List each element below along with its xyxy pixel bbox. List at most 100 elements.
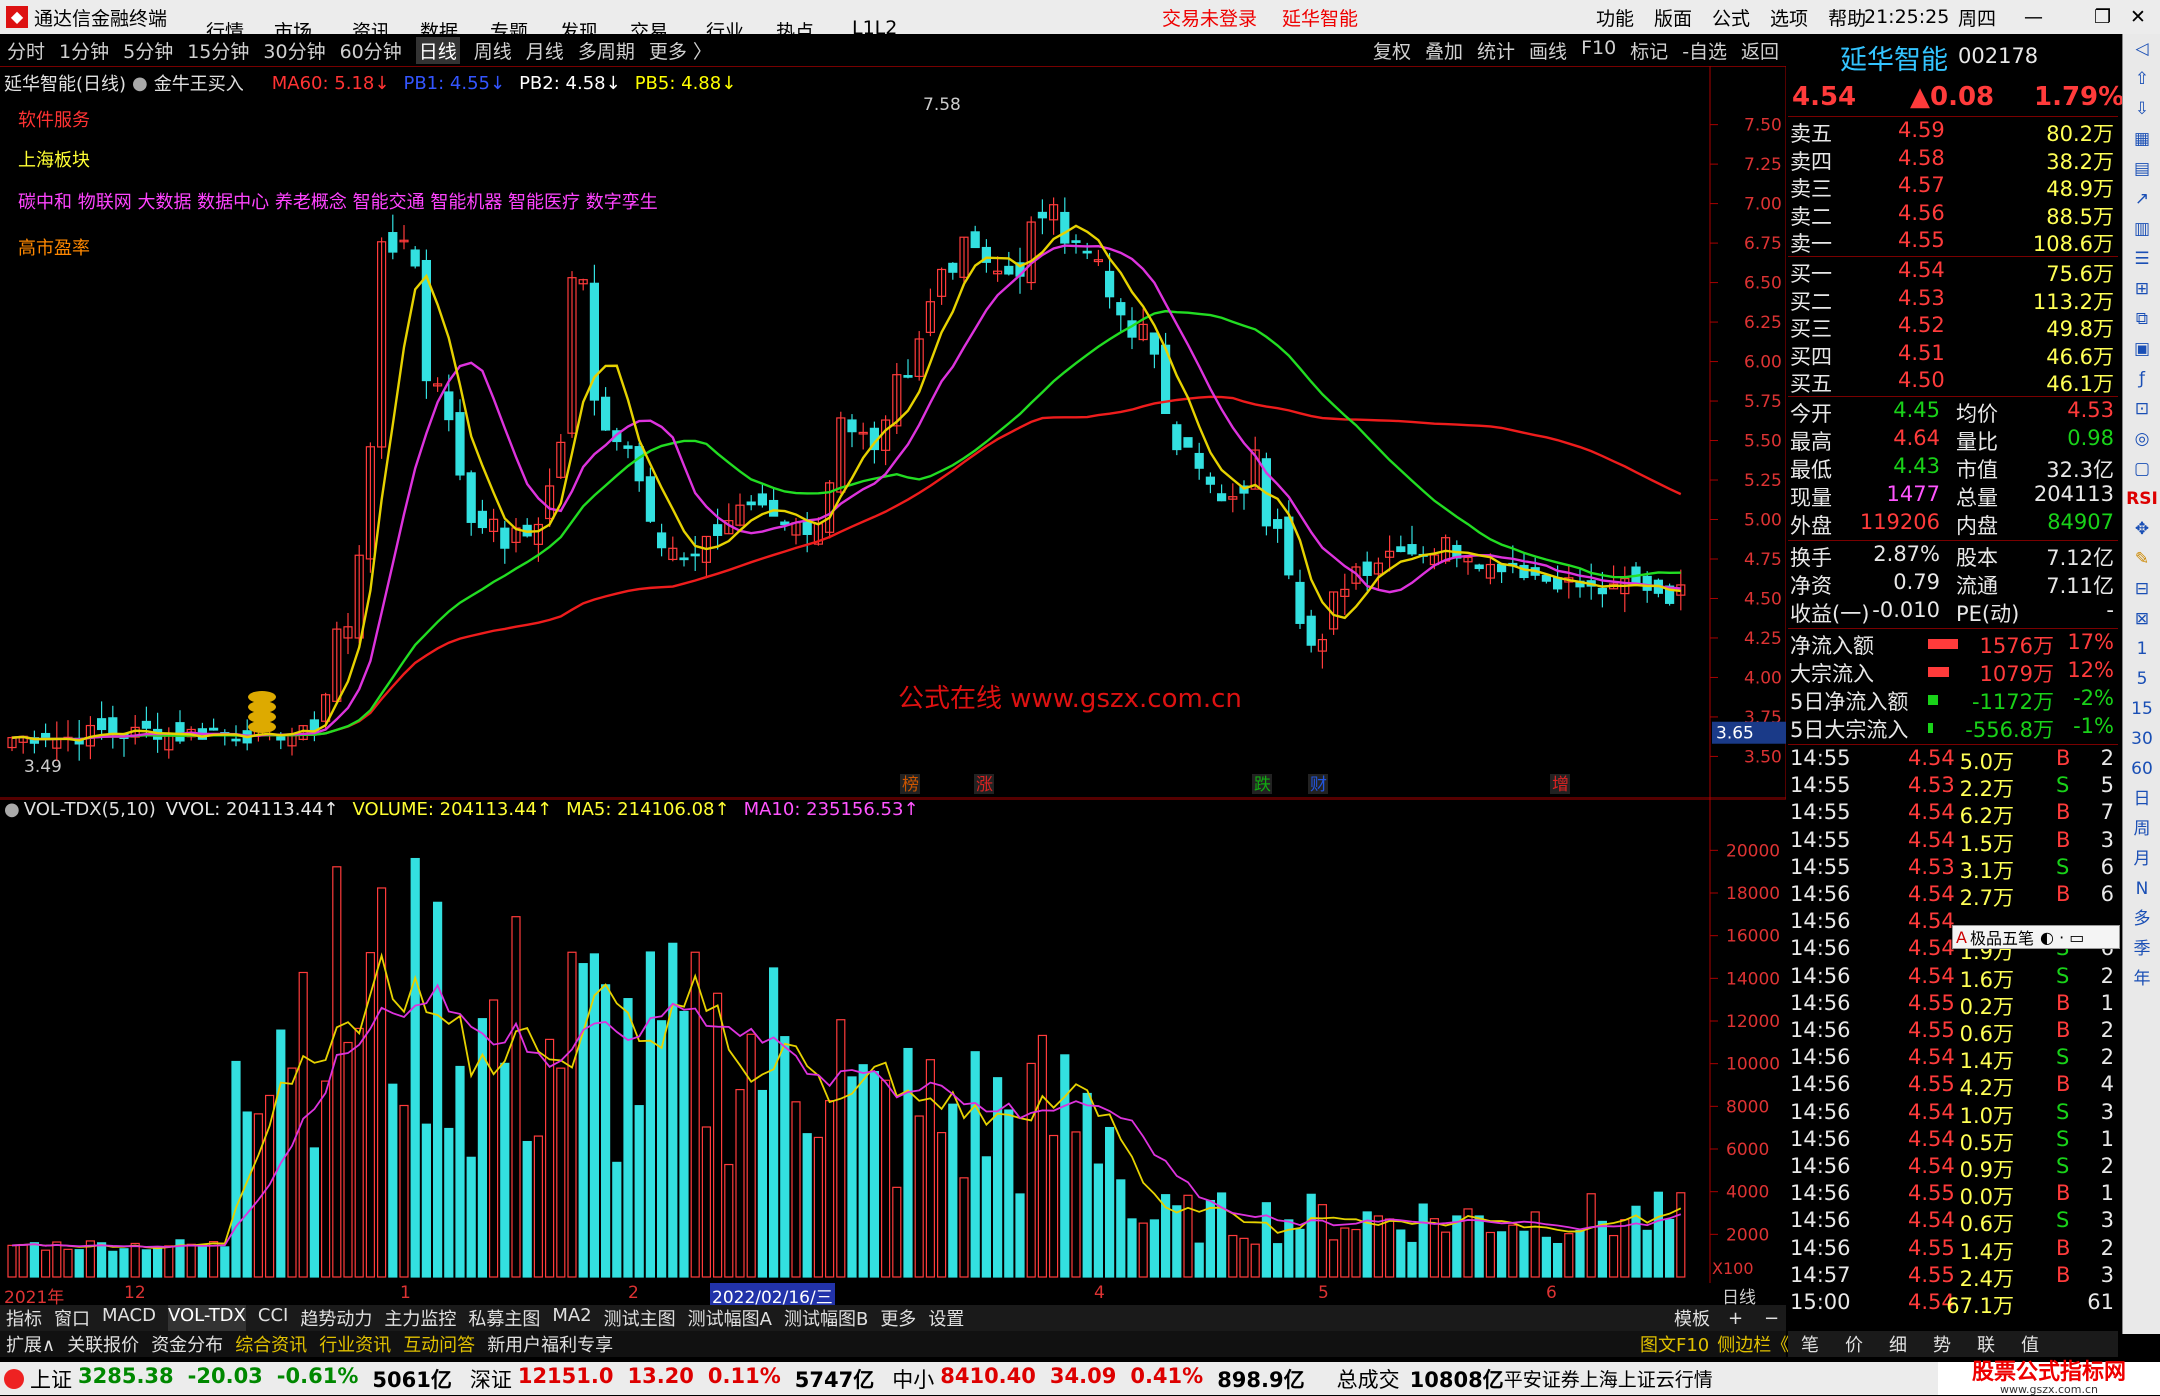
indicator-tab[interactable]: 趋势动力 — [300, 1305, 372, 1331]
info-tab[interactable]: 综合资讯 — [235, 1331, 307, 1357]
info-tab[interactable]: 关联报价 — [67, 1331, 139, 1357]
ask-row[interactable]: 卖二 4.56 88.5万 — [1788, 201, 2118, 229]
chart-icon[interactable]: ▢ — [2123, 454, 2160, 484]
table-icon[interactable]: ▤ — [2123, 154, 2160, 184]
period-month[interactable]: 月 — [2123, 844, 2160, 874]
tool-icon[interactable]: ⊡ — [2123, 394, 2160, 424]
period-tab[interactable]: 5分钟 — [123, 37, 173, 64]
main-chart-panel[interactable]: 延华智能(日线) ● 金牛王买入 MA60: 5.18↓ PB1: 4.55↓ PB… — [0, 66, 1786, 799]
period-multi[interactable]: 多 — [2123, 904, 2160, 934]
menu-right-item[interactable]: 帮助 — [1828, 4, 1866, 31]
period-n[interactable]: N — [2123, 874, 2160, 904]
up-arrow-icon[interactable]: ⇧ — [2123, 64, 2160, 94]
indicator-tab[interactable]: VOL-TDX — [167, 1305, 246, 1331]
period-day[interactable]: 日 — [2123, 784, 2160, 814]
chart-tool-button[interactable]: F10 — [1581, 37, 1616, 64]
indicator-tab[interactable]: 指标 — [6, 1305, 42, 1331]
period-year[interactable]: 年 — [2123, 964, 2160, 994]
indicator-tab[interactable]: MA2 — [552, 1305, 591, 1331]
menu-right-item[interactable]: 功能 — [1596, 4, 1634, 31]
bid-row[interactable]: 买一 4.54 75.6万 — [1788, 258, 2118, 286]
maximize-icon[interactable]: ❐ — [2094, 6, 2111, 28]
down-arrow-icon[interactable]: ⇩ — [2123, 94, 2160, 124]
minimize-icon[interactable]: — — [2024, 6, 2043, 28]
period-5[interactable]: 5 — [2123, 664, 2160, 694]
menu-right-item[interactable]: 公式 — [1712, 4, 1750, 31]
ask-row[interactable]: 卖五 4.59 80.2万 — [1788, 118, 2118, 146]
info-tab-right[interactable]: 侧边栏《 — [1717, 1331, 1789, 1357]
split-icon[interactable]: ⊠ — [2123, 604, 2160, 634]
menu-right-item[interactable]: 选项 — [1770, 4, 1808, 31]
chart-tool-button[interactable]: 叠加 — [1425, 37, 1463, 64]
quote-tab[interactable]: 联 — [1977, 1331, 1995, 1357]
remove-icon[interactable]: − — [1764, 1308, 1779, 1329]
ask-row[interactable]: 卖三 4.57 48.9万 — [1788, 173, 2118, 201]
chart-tool-button[interactable]: 标记 — [1630, 37, 1668, 64]
f10-icon[interactable]: ⊞ — [2123, 274, 2160, 304]
index-quote[interactable]: 中小 8410.40 34.09 0.41% 898.9亿 — [892, 1364, 1304, 1394]
indicator-tab[interactable]: MACD — [102, 1305, 156, 1331]
ime-popup[interactable]: A 极品五笔 ◐ ⋅ ▭ — [1952, 925, 2120, 949]
info-tab-right[interactable]: 图文F10 — [1640, 1331, 1709, 1357]
info-tab[interactable]: 新用户福利专享 — [487, 1331, 613, 1357]
period-1[interactable]: 1 — [2123, 634, 2160, 664]
chart-tool-button[interactable]: 统计 — [1477, 37, 1515, 64]
quote-tab[interactable]: 值 — [2021, 1331, 2039, 1357]
quote-tab[interactable]: 细 — [1889, 1331, 1907, 1357]
quote-tab[interactable]: 势 — [1933, 1331, 1951, 1357]
close-icon[interactable]: ✕ — [2130, 6, 2146, 28]
bid-row[interactable]: 买四 4.51 46.6万 — [1788, 341, 2118, 369]
volume-chart-panel[interactable]: ● VOL-TDX(5,10) VVOL: 204113.44↑ VOLUME: … — [0, 799, 1786, 1283]
rsi-icon[interactable]: RSI — [2123, 484, 2160, 514]
indicator-tab[interactable]: 窗口 — [54, 1305, 90, 1331]
fs-icon[interactable]: ⊟ — [2123, 574, 2160, 604]
period-tab[interactable]: 月线 — [526, 37, 564, 64]
ask-row[interactable]: 卖四 4.58 38.2万 — [1788, 146, 2118, 174]
bid-row[interactable]: 买三 4.52 49.8万 — [1788, 313, 2118, 341]
event-marker[interactable]: 财 — [1310, 775, 1327, 795]
chart-tool-button[interactable]: 画线 — [1529, 37, 1567, 64]
formula-icon[interactable]: ƒ — [2123, 364, 2160, 394]
move-icon[interactable]: ✥ — [2123, 514, 2160, 544]
candlestick-chart[interactable]: 7.50 7.25 7.00 6.75 6.50 6.25 6.00 5.75 5.50 5.25… — [0, 66, 1786, 799]
pen-icon[interactable]: ✎ — [2123, 544, 2160, 574]
quote-tab[interactable]: 价 — [1845, 1331, 1863, 1357]
index-quote[interactable]: 深证 12151.0 13.20 0.11% 5747亿 — [470, 1364, 874, 1394]
list-icon[interactable]: ☰ — [2123, 244, 2160, 274]
period-tab[interactable]: 多周期 — [578, 37, 635, 64]
template-button[interactable]: 模板 — [1674, 1305, 1710, 1331]
select-icon[interactable]: ▣ — [2123, 334, 2160, 364]
info-tab[interactable]: 互动问答 — [403, 1331, 475, 1357]
add-icon[interactable]: + — [1728, 1308, 1743, 1329]
period-tab[interactable]: 60分钟 — [340, 37, 402, 64]
event-marker[interactable]: 跌 — [1254, 775, 1271, 795]
info-tab[interactable]: 扩展∧ — [6, 1331, 55, 1357]
quote-tab[interactable]: 笔 — [1801, 1331, 1819, 1357]
indicator-tab[interactable]: 设置 — [928, 1305, 964, 1331]
event-marker[interactable]: 增 — [1552, 775, 1569, 795]
indicator-tab[interactable]: 测试幅图A — [688, 1305, 772, 1331]
period-quarter[interactable]: 季 — [2123, 934, 2160, 964]
period-tab[interactable]: 15分钟 — [187, 37, 249, 64]
indicator-tab[interactable]: 测试幅图B — [784, 1305, 868, 1331]
period-tab[interactable]: 更多 〉 — [649, 37, 712, 64]
period-tab[interactable]: 30分钟 — [263, 37, 325, 64]
ask-row[interactable]: 卖一 4.55 108.6万 — [1788, 228, 2118, 256]
period-15[interactable]: 15 — [2123, 694, 2160, 724]
indicator-tab[interactable]: CCI — [258, 1305, 288, 1331]
period-60[interactable]: 60 — [2123, 754, 2160, 784]
compare-icon[interactable]: ⧉ — [2123, 304, 2160, 334]
candle-icon[interactable]: ▥ — [2123, 214, 2160, 244]
volume-chart[interactable]: 20000 18000 16000 14000 12000 10000 8000 6000 40… — [0, 799, 1786, 1283]
bid-row[interactable]: 买二 4.53 113.2万 — [1788, 286, 2118, 314]
trend-icon[interactable]: ↗ — [2123, 184, 2160, 214]
event-marker[interactable]: 榜 — [902, 775, 919, 795]
index-quote[interactable]: 上证 3285.38 -20.03 -0.61% 5061亿 — [30, 1364, 452, 1394]
info-tab[interactable]: 资金分布 — [151, 1331, 223, 1357]
grid-icon[interactable]: ▦ — [2123, 124, 2160, 154]
collapse-icon[interactable]: ◁ — [2123, 34, 2160, 64]
period-tab[interactable]: 1分钟 — [59, 37, 109, 64]
event-marker[interactable]: 涨 — [976, 775, 993, 795]
period-30[interactable]: 30 — [2123, 724, 2160, 754]
info-tab[interactable]: 行业资讯 — [319, 1331, 391, 1357]
